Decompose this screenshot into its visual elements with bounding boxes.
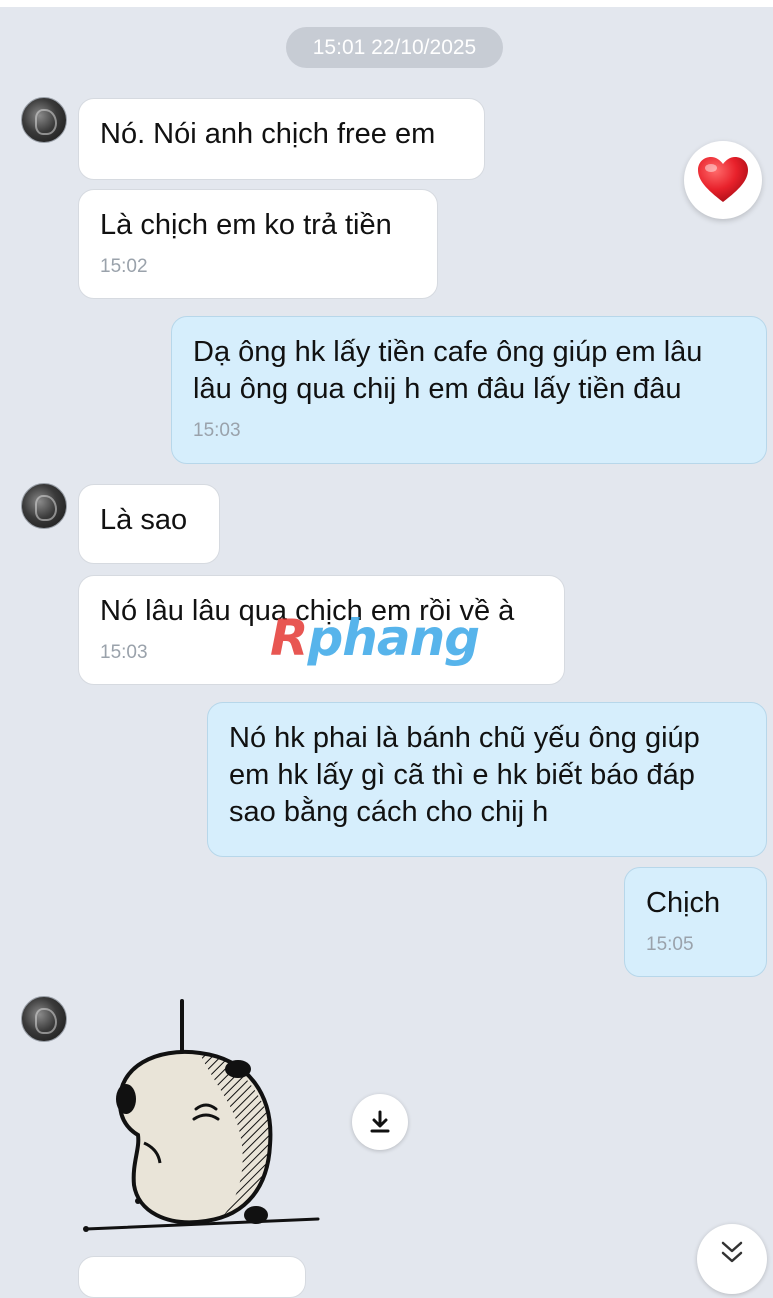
message-time: 15:05 [646, 934, 694, 955]
message-bubble-incoming[interactable]: Là chịch em ko trả tiền 15:02 [78, 189, 438, 299]
scroll-to-bottom-button[interactable] [697, 1224, 767, 1294]
message-bubble-incoming[interactable] [78, 1256, 306, 1298]
message-text: Chịch [646, 887, 721, 919]
top-bar [0, 0, 773, 7]
avatar[interactable] [21, 996, 67, 1042]
message-bubble-outgoing[interactable]: Chịch 15:05 [624, 867, 767, 977]
download-button[interactable] [352, 1094, 408, 1150]
message-bubble-outgoing[interactable]: Dạ ông hk lấy tiền cafe ông giúp em lâu … [171, 316, 767, 464]
message-text: Là chịch em ko trả tiền [100, 209, 392, 241]
message-text: Nó hk phai là bánh chũ yếu ông giúp em h… [229, 722, 700, 828]
double-chevron-down-icon [721, 1241, 743, 1263]
message-text: Nó. Nói anh chịch free em [100, 118, 436, 150]
reaction-button[interactable] [684, 141, 762, 219]
capybara-sticker[interactable] [78, 995, 323, 1240]
message-bubble-outgoing[interactable]: Nó hk phai là bánh chũ yếu ông giúp em h… [207, 702, 767, 857]
message-time: 15:03 [193, 420, 241, 441]
message-bubble-incoming[interactable]: Nó. Nói anh chịch free em [78, 98, 485, 180]
heart-icon [698, 157, 748, 202]
watermark-logo: Rphang [270, 609, 480, 667]
message-text: Dạ ông hk lấy tiền cafe ông giúp em lâu … [193, 336, 703, 405]
avatar[interactable] [21, 97, 67, 143]
message-text: Là sao [100, 504, 188, 536]
avatar[interactable] [21, 483, 67, 529]
date-separator: 15:01 22/10/2025 [286, 27, 503, 68]
download-icon [370, 1110, 390, 1133]
message-time: 15:02 [100, 256, 148, 277]
message-bubble-incoming[interactable]: Là sao [78, 484, 220, 564]
